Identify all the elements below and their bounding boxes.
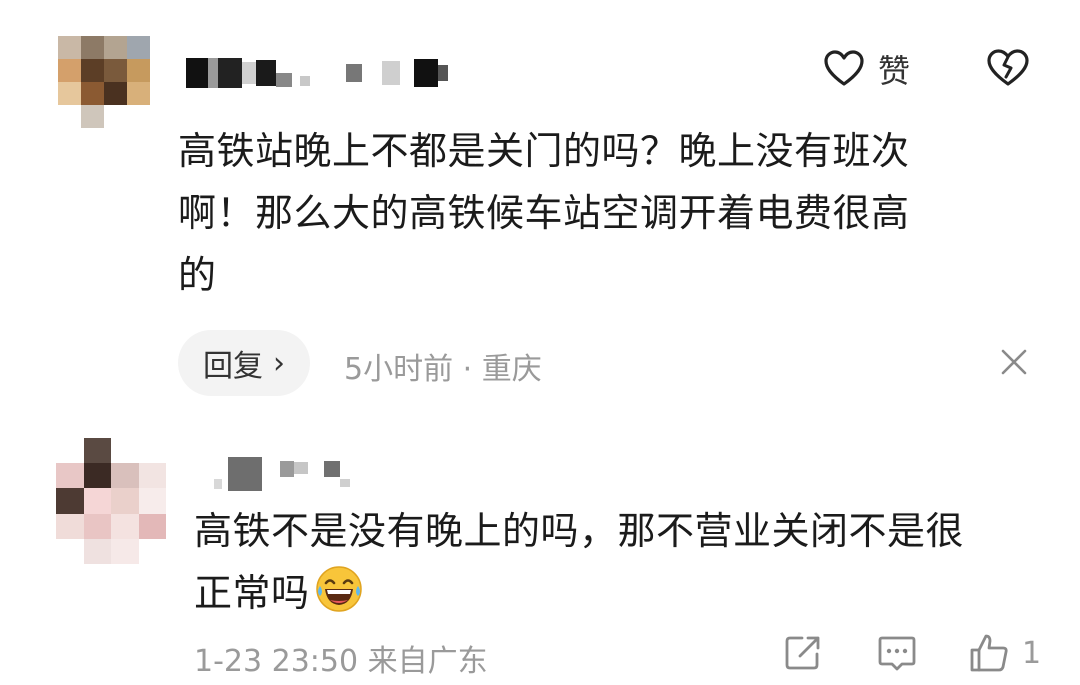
- comment-text: 高铁站晚上不都是关门的吗？晚上没有班次 啊！那么大的高铁候车站空调开着电费很高 …: [178, 120, 910, 306]
- comment-line: 高铁站晚上不都是关门的吗？晚上没有班次: [178, 129, 910, 173]
- comment-line: 高铁不是没有晚上的吗，那不营业关闭不是很: [194, 509, 965, 553]
- reply-button[interactable]: 回复 ›: [178, 330, 310, 396]
- share-icon[interactable]: [782, 632, 824, 674]
- laughing-crying-emoji: [315, 566, 362, 612]
- chevron-right-icon: ›: [273, 345, 285, 381]
- username-blurred[interactable]: [214, 456, 350, 492]
- comment-line-text: 正常吗: [194, 571, 310, 615]
- like-button[interactable]: 赞: [822, 46, 910, 92]
- reply-label: 回复: [203, 349, 263, 384]
- comment-meta: 1-23 23:50 来自广东: [194, 644, 488, 679]
- avatar[interactable]: [56, 438, 166, 564]
- like-count: 1: [1022, 636, 1042, 671]
- comment-line: 正常吗: [194, 562, 964, 624]
- comment-line: 的: [178, 253, 217, 297]
- broken-heart-icon[interactable]: [984, 46, 1032, 90]
- comment-meta: 5小时前 · 重庆: [344, 352, 542, 387]
- avatar[interactable]: [58, 36, 150, 128]
- username-blurred[interactable]: [186, 56, 448, 90]
- comment-text: 高铁不是没有晚上的吗，那不营业关闭不是很 正常吗: [194, 500, 964, 624]
- thumbs-up-icon[interactable]: [968, 632, 1010, 674]
- like-label: 赞: [878, 52, 911, 90]
- comment-icon[interactable]: [876, 632, 918, 674]
- comment-line: 啊！那么大的高铁候车站空调开着电费很高: [178, 191, 910, 235]
- close-icon[interactable]: [998, 346, 1030, 378]
- heart-outline-icon: [824, 50, 864, 86]
